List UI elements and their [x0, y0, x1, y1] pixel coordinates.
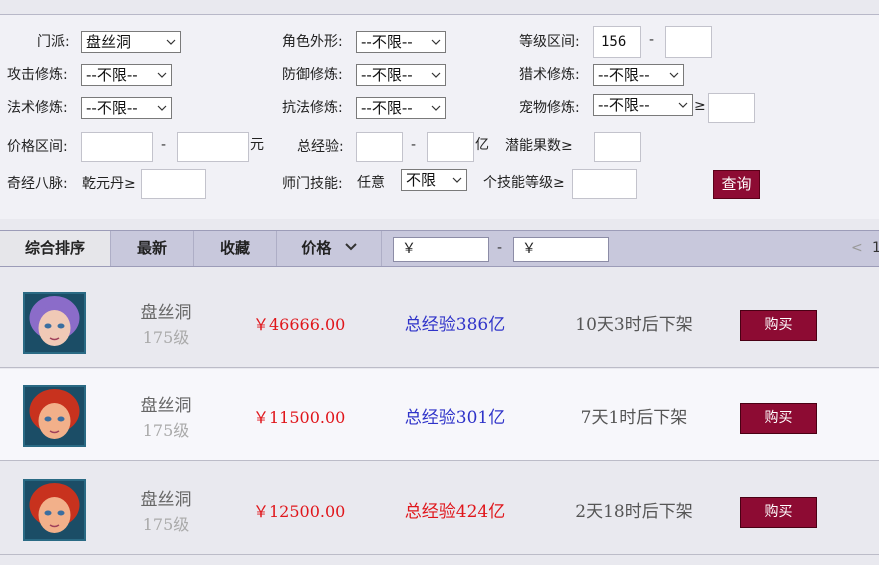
listing-school: 盘丝洞	[140, 490, 192, 510]
listing-time-left: 10天3时后下架	[575, 315, 693, 335]
magic-cultivation-select[interactable]: --不限--	[81, 97, 172, 119]
listing-total-exp: 总经验301亿	[404, 408, 506, 428]
defense-cultivation-label: 防御修炼:	[282, 67, 343, 83]
chevron-down-icon	[669, 68, 679, 82]
buy-button[interactable]: 购买	[740, 310, 817, 341]
pager-prev-icon[interactable]: <	[851, 240, 863, 256]
chevron-down-icon	[344, 230, 357, 265]
attack-cultivation-select[interactable]: --不限--	[81, 64, 172, 86]
search-filter-panel: 门派: 盘丝洞 角色外形: --不限-- 等级区间: 156 - 攻击修炼: -…	[0, 14, 879, 219]
qianyuan-label: 乾元丹≥	[82, 176, 136, 192]
exp-max-input[interactable]	[427, 132, 474, 162]
price-min-input[interactable]	[81, 132, 153, 162]
hunting-cultivation-label: 猎术修炼:	[519, 67, 580, 83]
tab-newest[interactable]: 最新	[111, 231, 194, 266]
level-min-input[interactable]: 156	[593, 26, 641, 58]
appearance-label: 角色外形:	[282, 34, 343, 50]
master-skill-label: 师门技能:	[282, 176, 343, 192]
chevron-down-icon	[431, 68, 441, 82]
tab-price-label: 价格	[301, 239, 332, 257]
pager-current-page[interactable]: 1	[872, 240, 879, 256]
school-select-value: 盘丝洞	[86, 33, 132, 51]
listing-level: 175级	[142, 421, 190, 440]
listing-total-exp: 总经验424亿	[404, 502, 506, 522]
listing-school: 盘丝洞	[140, 396, 192, 416]
chevron-down-icon	[166, 35, 176, 49]
magic-cultivation-label: 法术修炼:	[7, 100, 68, 116]
price-to-input[interactable]: ￥	[513, 237, 609, 262]
listing-level: 175级	[142, 328, 190, 347]
listing-row: 盘丝洞 175级 ￥46666.00 总经验386亿 10天3时后下架 购买	[0, 276, 879, 368]
school-select[interactable]: 盘丝洞	[81, 31, 181, 53]
tab-comprehensive-sort[interactable]: 综合排序	[0, 231, 111, 266]
avatar[interactable]	[23, 292, 86, 354]
price-max-input[interactable]	[177, 132, 249, 162]
chevron-down-icon	[157, 101, 167, 115]
school-label: 门派:	[37, 34, 70, 50]
hunting-cultivation-select[interactable]: --不限--	[593, 64, 684, 86]
level-range-label: 等级区间:	[519, 34, 580, 50]
resist-cultivation-value: --不限--	[361, 99, 413, 117]
resist-cultivation-label: 抗法修炼:	[282, 100, 343, 116]
listing-time-left: 2天18时后下架	[575, 502, 693, 522]
price-from-input[interactable]: ￥	[393, 237, 489, 262]
pet-cultivation-select[interactable]: --不限--	[593, 94, 693, 116]
listing-row: 盘丝洞 175级 ￥12500.00 总经验424亿 2天18时后下架 购买	[0, 463, 879, 555]
attack-cultivation-value: --不限--	[86, 66, 138, 84]
chevron-down-icon	[157, 68, 167, 82]
potential-fruit-label: 潜能果数≥	[505, 138, 573, 154]
appearance-select[interactable]: --不限--	[356, 31, 446, 53]
pet-cultivation-input[interactable]	[708, 93, 755, 123]
tab-favorites[interactable]: 收藏	[194, 231, 277, 266]
listing-price: ￥11500.00	[253, 408, 346, 427]
avatar[interactable]	[23, 385, 86, 447]
pet-cultivation-label: 宠物修炼:	[519, 100, 580, 116]
price-range-label: 价格区间:	[7, 139, 68, 155]
listing-total-exp: 总经验386亿	[404, 315, 506, 335]
skill-level-input[interactable]	[572, 169, 637, 199]
exp-min-input[interactable]	[356, 132, 403, 162]
qianyuan-input[interactable]	[141, 169, 206, 199]
master-skill-value: 不限	[406, 171, 437, 189]
hunting-cultivation-value: --不限--	[598, 66, 650, 84]
pet-ge-symbol: ≥	[694, 98, 706, 114]
listing-price: ￥12500.00	[253, 502, 346, 521]
defense-cultivation-select[interactable]: --不限--	[356, 64, 446, 86]
skill-level-label: 个技能等级≥	[483, 175, 565, 191]
avatar[interactable]	[23, 479, 86, 541]
price-range-dash: -	[161, 137, 167, 153]
master-skill-mode: 任意	[357, 175, 385, 191]
price-filter-dash: -	[497, 240, 503, 256]
potential-fruit-input[interactable]	[594, 132, 641, 162]
magic-cultivation-value: --不限--	[86, 99, 138, 117]
meridian-label: 奇经八脉:	[7, 176, 68, 192]
listing-time-left: 7天1时后下架	[580, 408, 688, 428]
chevron-down-icon	[452, 173, 462, 187]
sort-bar: 综合排序 最新 收藏 价格 ￥ - ￥ < 1	[0, 230, 879, 267]
level-range-dash: -	[649, 32, 655, 48]
listing-row: 盘丝洞 175级 ￥11500.00 总经验301亿 7天1时后下架 购买	[0, 369, 879, 461]
appearance-select-value: --不限--	[361, 33, 413, 51]
master-skill-select[interactable]: 不限	[401, 169, 467, 191]
listing-price: ￥46666.00	[253, 315, 346, 334]
chevron-down-icon	[431, 101, 441, 115]
defense-cultivation-value: --不限--	[361, 66, 413, 84]
buy-button[interactable]: 购买	[740, 497, 817, 528]
attack-cultivation-label: 攻击修炼:	[7, 67, 68, 83]
chevron-down-icon	[431, 35, 441, 49]
listing-level: 175级	[142, 515, 190, 534]
pet-cultivation-value: --不限--	[598, 96, 650, 114]
query-button[interactable]: 查询	[713, 170, 760, 199]
listing-school: 盘丝洞	[140, 303, 192, 323]
resist-cultivation-select[interactable]: --不限--	[356, 97, 446, 119]
tab-price[interactable]: 价格	[277, 231, 382, 266]
exp-range-dash: -	[411, 137, 417, 153]
buy-button[interactable]: 购买	[740, 403, 817, 434]
total-exp-label: 总经验:	[297, 139, 344, 155]
price-unit-label: 元	[250, 137, 264, 153]
chevron-down-icon	[678, 98, 688, 112]
level-max-input[interactable]	[665, 26, 712, 58]
exp-unit-label: 亿	[475, 137, 489, 153]
